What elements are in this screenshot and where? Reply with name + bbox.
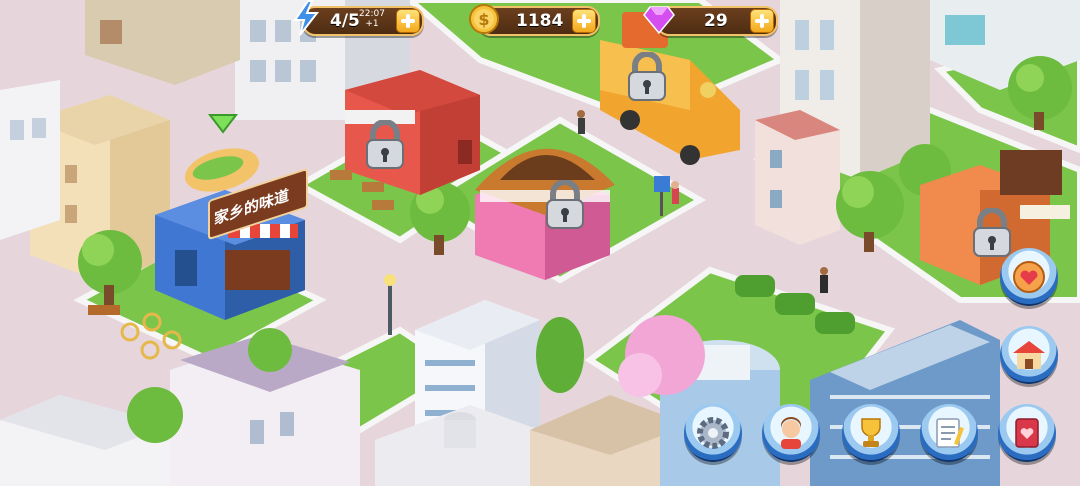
notepad-icon xyxy=(936,418,964,448)
bench xyxy=(88,305,120,315)
coin-icon: $ xyxy=(469,4,499,34)
lock-icon[interactable] xyxy=(970,208,1014,258)
event-button[interactable] xyxy=(1000,248,1058,306)
add-gems-button[interactable] xyxy=(750,9,774,33)
lock-icon[interactable] xyxy=(625,52,669,102)
energy-timer-time: 22:07 xyxy=(359,9,385,19)
lightning-icon xyxy=(293,0,320,36)
lock-icon[interactable] xyxy=(543,180,587,230)
pedestrian xyxy=(820,267,828,293)
gem-icon xyxy=(643,6,675,35)
game-city-map[interactable]: 家乡的味道 4/5 22:07 +1 1184 $ 29 xyxy=(0,0,1080,486)
settings-button[interactable] xyxy=(684,404,742,462)
add-coins-button[interactable] xyxy=(572,9,596,33)
shop-icon xyxy=(1013,341,1045,369)
coin-value: 1184 xyxy=(516,11,564,31)
trophy-icon xyxy=(861,418,881,447)
compass-heart-icon xyxy=(1013,261,1045,293)
trophy-button[interactable] xyxy=(842,404,900,462)
city-scene[interactable] xyxy=(0,0,1080,486)
energy-counter: 4/5 22:07 +1 xyxy=(302,6,424,36)
add-energy-button[interactable] xyxy=(396,9,420,33)
tasks-button[interactable] xyxy=(920,404,978,462)
friends-button[interactable] xyxy=(762,404,820,462)
svg-text:$: $ xyxy=(478,10,489,29)
energy-value: 4/5 xyxy=(330,11,360,31)
friends-icon xyxy=(781,417,801,449)
tree xyxy=(248,328,292,372)
tree xyxy=(127,387,183,443)
building-pink-house xyxy=(755,110,840,245)
pedestrian xyxy=(671,181,679,204)
settings-icon xyxy=(697,417,729,449)
pedestrian xyxy=(577,110,585,134)
building-white-left xyxy=(0,80,60,240)
recipe-book-button[interactable] xyxy=(998,404,1056,462)
energy-timer-delta: +1 xyxy=(365,19,379,29)
tree xyxy=(536,317,584,393)
gem-value: 29 xyxy=(704,11,728,31)
energy-timer: 22:07 +1 xyxy=(359,9,385,29)
shop-button[interactable] xyxy=(1000,326,1058,384)
book-icon xyxy=(1015,418,1039,448)
lock-icon[interactable] xyxy=(363,120,407,170)
